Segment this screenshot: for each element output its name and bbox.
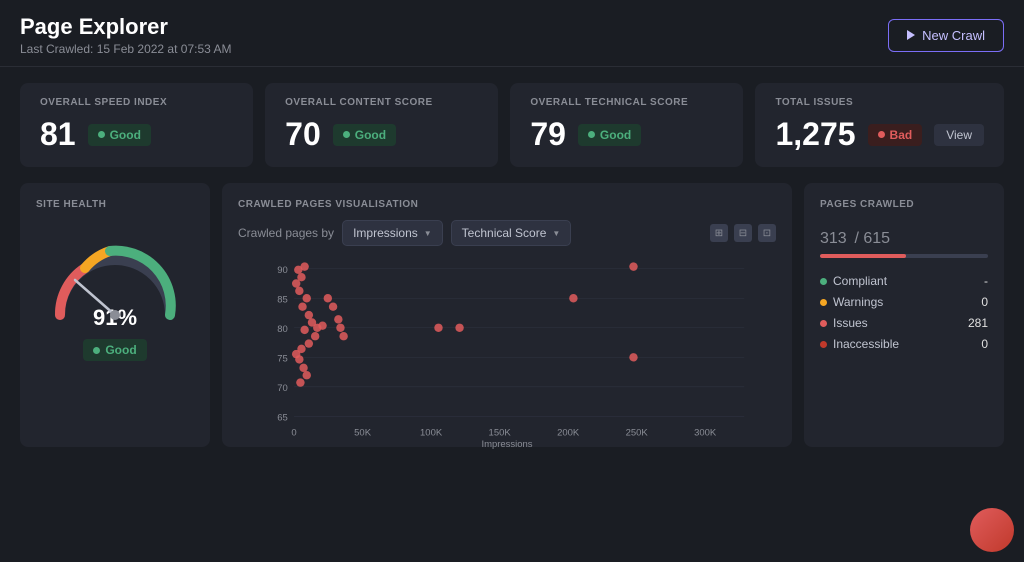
technical-badge-label: Good: [600, 128, 631, 142]
chart-icons: ⊞ ⊟ ⊡: [710, 224, 776, 242]
speed-index-badge: Good: [88, 124, 151, 146]
new-crawl-button[interactable]: New Crawl: [888, 19, 1004, 52]
crawled-pages-title: CRAWLED PAGES VISUALISATION: [238, 199, 776, 210]
pages-crawled-number: 313 / 615: [820, 218, 988, 250]
play-icon: [907, 30, 915, 40]
pages-stats: Compliant - Warnings 0 Issues 281 Inacce…: [820, 274, 988, 351]
list-item: Warnings 0: [820, 295, 988, 309]
svg-text:100K: 100K: [420, 427, 443, 438]
site-health-card: SITE HEALTH 91% Good: [20, 183, 210, 447]
issues-dot: [878, 131, 885, 138]
stat-label: Issues: [820, 316, 868, 330]
speed-dot: [98, 131, 105, 138]
stat-label: Inaccessible: [820, 337, 899, 351]
total-issues-value: 1,275: [775, 116, 855, 153]
list-item: Issues 281: [820, 316, 988, 330]
page-title: Page Explorer: [20, 14, 231, 40]
content-score-value: 70: [285, 116, 321, 153]
site-health-badge-label: Good: [105, 343, 136, 357]
svg-text:200K: 200K: [557, 427, 580, 438]
stat-value: 0: [981, 295, 988, 309]
svg-text:90: 90: [277, 265, 288, 276]
svg-text:85: 85: [277, 294, 288, 305]
page-header: Page Explorer Last Crawled: 15 Feb 2022 …: [0, 0, 1024, 67]
stat-label: Warnings: [820, 295, 883, 309]
metrics-row: OVERALL SPEED INDEX 81 Good OVERALL CONT…: [0, 67, 1024, 183]
pages-crawled-value: 313: [820, 230, 847, 247]
avatar[interactable]: [970, 508, 1014, 552]
chart-icon-3[interactable]: ⊡: [758, 224, 776, 242]
chart-icon-1[interactable]: ⊞: [710, 224, 728, 242]
speed-index-card: OVERALL SPEED INDEX 81 Good: [20, 83, 253, 167]
pages-crawled-label: PAGES CRAWLED: [820, 199, 988, 210]
view-button[interactable]: View: [934, 124, 984, 146]
pages-progress-bar: [820, 254, 988, 258]
svg-text:50K: 50K: [354, 427, 372, 438]
gauge-svg: [45, 230, 185, 330]
impressions-dropdown[interactable]: Impressions ▼: [342, 220, 443, 246]
header-left: Page Explorer Last Crawled: 15 Feb 2022 …: [20, 14, 231, 56]
gauge-container: [45, 230, 185, 315]
site-health-dot: [93, 347, 100, 354]
total-issues-label: TOTAL ISSUES: [775, 97, 984, 108]
pages-crawled-total: / 615: [854, 230, 890, 247]
svg-text:65: 65: [277, 413, 288, 424]
stat-value: 0: [981, 337, 988, 351]
crawled-by-label: Crawled pages by: [238, 226, 334, 240]
total-issues-badge: Bad: [868, 124, 923, 146]
svg-text:150K: 150K: [489, 427, 512, 438]
list-item: Compliant -: [820, 274, 988, 288]
stat-value: -: [984, 274, 988, 288]
technical-score-dropdown-label: Technical Score: [462, 226, 547, 240]
new-crawl-label: New Crawl: [922, 28, 985, 43]
technical-score-card: OVERALL TECHNICAL SCORE 79 Good: [510, 83, 743, 167]
svg-text:250K: 250K: [626, 427, 649, 438]
pages-progress-fill: [820, 254, 906, 258]
stat-dot: [820, 278, 827, 285]
technical-score-dropdown[interactable]: Technical Score ▼: [451, 220, 572, 246]
total-issues-value-row: 1,275 Bad View: [775, 116, 984, 153]
crawled-controls: Crawled pages by Impressions ▼ Technical…: [238, 220, 776, 246]
scatter-chart: 90 85 80 75 70 65 0 50K 100K 150K 200K 2…: [238, 254, 776, 449]
svg-text:80: 80: [277, 324, 288, 335]
stat-label: Compliant: [820, 274, 887, 288]
site-health-badge: Good: [83, 339, 146, 361]
speed-badge-label: Good: [110, 128, 141, 142]
site-health-label: SITE HEALTH: [36, 199, 106, 210]
total-issues-card: TOTAL ISSUES 1,275 Bad View: [755, 83, 1004, 167]
technical-score-value-row: 79 Good: [530, 116, 723, 153]
svg-text:Impressions: Impressions: [481, 439, 532, 449]
technical-dot: [588, 131, 595, 138]
content-badge-label: Good: [355, 128, 386, 142]
crawled-pages-card: CRAWLED PAGES VISUALISATION Crawled page…: [222, 183, 792, 447]
list-item: Inaccessible 0: [820, 337, 988, 351]
technical-score-value: 79: [530, 116, 566, 153]
stat-dot: [820, 320, 827, 327]
impressions-dropdown-label: Impressions: [353, 226, 418, 240]
technical-score-label: OVERALL TECHNICAL SCORE: [530, 97, 723, 108]
content-score-badge: Good: [333, 124, 396, 146]
pages-crawled-card: PAGES CRAWLED 313 / 615 Compliant - Warn…: [804, 183, 1004, 447]
technical-score-badge: Good: [578, 124, 641, 146]
speed-index-value: 81: [40, 116, 76, 153]
chart-icon-2[interactable]: ⊟: [734, 224, 752, 242]
content-score-card: OVERALL CONTENT SCORE 70 Good: [265, 83, 498, 167]
last-crawled-text: Last Crawled: 15 Feb 2022 at 07:53 AM: [20, 42, 231, 56]
stat-dot: [820, 341, 827, 348]
svg-text:75: 75: [277, 354, 288, 365]
content-score-value-row: 70 Good: [285, 116, 478, 153]
stat-value: 281: [968, 316, 988, 330]
stat-dot: [820, 299, 827, 306]
speed-index-label: OVERALL SPEED INDEX: [40, 97, 233, 108]
content-dot: [343, 131, 350, 138]
svg-text:0: 0: [291, 427, 296, 438]
svg-text:300K: 300K: [694, 427, 717, 438]
content-score-label: OVERALL CONTENT SCORE: [285, 97, 478, 108]
svg-text:70: 70: [277, 383, 288, 394]
total-issues-badge-label: Bad: [890, 128, 913, 142]
bottom-row: SITE HEALTH 91% Good: [0, 183, 1024, 463]
technical-score-dropdown-arrow: ▼: [552, 229, 560, 238]
impressions-dropdown-arrow: ▼: [424, 229, 432, 238]
speed-index-value-row: 81 Good: [40, 116, 233, 153]
